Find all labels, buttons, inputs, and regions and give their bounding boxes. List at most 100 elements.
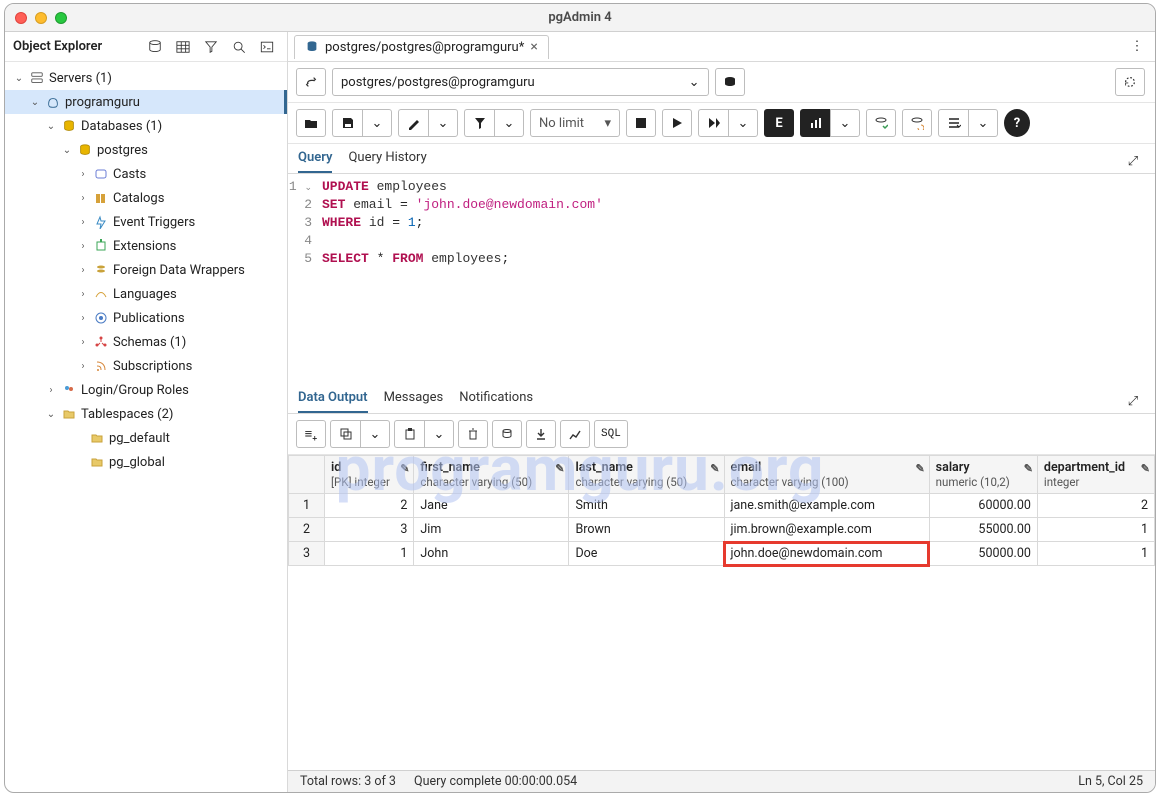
result-grid[interactable]: id[PK] integer✎ first_namecharacter vary… (288, 455, 1155, 566)
tree-ts-global[interactable]: pg_global (5, 450, 287, 474)
tree-event-triggers[interactable]: ›Event Triggers (5, 210, 287, 234)
highlighted-email-cell[interactable]: john.doe@newdomain.com (724, 542, 929, 566)
tree-schemas[interactable]: ›Schemas (1) (5, 330, 287, 354)
tree-tablespaces[interactable]: ⌄Tablespaces (2) (5, 402, 287, 426)
sql-view-button[interactable]: SQL (594, 420, 628, 448)
db-icon-button[interactable] (143, 36, 167, 58)
col-last-name[interactable]: last_namecharacter varying (50)✎ (569, 456, 724, 494)
roles-icon (61, 383, 77, 397)
reset-layout-button[interactable] (1115, 68, 1145, 96)
folder-icon (89, 455, 105, 469)
db-icon (305, 40, 319, 54)
folder-icon (89, 431, 105, 445)
paste-dropdown[interactable]: ⌄ (424, 420, 454, 448)
minimize-window-icon[interactable] (35, 12, 47, 24)
tree-subscriptions[interactable]: ›Subscriptions (5, 354, 287, 378)
close-tab-icon[interactable]: × (530, 40, 537, 54)
col-email[interactable]: emailcharacter varying (100)✎ (724, 456, 929, 494)
grid-icon-button[interactable] (171, 36, 195, 58)
tree-ts-default[interactable]: pg_default (5, 426, 287, 450)
macros-dropdown[interactable]: ⌄ (968, 109, 998, 137)
table-row[interactable]: 1 2 Jane Smith jane.smith@example.com 60… (289, 494, 1155, 518)
explain-dropdown[interactable]: ⌄ (728, 109, 758, 137)
edit-icon[interactable]: ✎ (1141, 462, 1150, 475)
open-file-button[interactable] (296, 109, 326, 137)
edit-icon[interactable]: ✎ (915, 462, 924, 475)
catalogs-icon (93, 191, 109, 205)
connection-value: postgres/postgres@programguru (341, 75, 535, 90)
tree-login-roles[interactable]: ›Login/Group Roles (5, 378, 287, 402)
delete-row-button[interactable] (458, 420, 488, 448)
analyze-button[interactable] (800, 109, 830, 137)
search-icon-button[interactable] (227, 36, 251, 58)
rollback-button[interactable] (902, 109, 932, 137)
extensions-icon (93, 239, 109, 253)
tree-extensions[interactable]: ›Extensions (5, 234, 287, 258)
help-button[interactable]: ? (1004, 109, 1030, 137)
editor-tab[interactable]: postgres/postgres@programguru* × (294, 35, 549, 59)
edit-icon[interactable]: ✎ (1024, 462, 1033, 475)
filter-icon-button[interactable] (199, 36, 223, 58)
save-dropdown[interactable]: ⌄ (362, 109, 392, 137)
col-salary[interactable]: salarynumeric (10,2)✎ (929, 456, 1037, 494)
col-id[interactable]: id[PK] integer✎ (325, 456, 414, 494)
tree-databases[interactable]: ⌄Databases (1) (5, 114, 287, 138)
expand-output-icon[interactable]: ⤢ (1121, 390, 1145, 412)
col-department-id[interactable]: department_idinteger✎ (1037, 456, 1154, 494)
kebab-menu-icon[interactable]: ⋮ (1125, 36, 1149, 58)
run-button[interactable] (662, 109, 692, 137)
tree-server-programguru[interactable]: ⌄programguru (5, 90, 287, 114)
save-data-button[interactable] (492, 420, 522, 448)
tree-db-postgres[interactable]: ⌄postgres (5, 138, 287, 162)
folder-icon (61, 407, 77, 421)
connection-toggle-button[interactable] (296, 68, 326, 96)
notifications-tab[interactable]: Notifications (459, 390, 533, 413)
close-window-icon[interactable] (15, 12, 27, 24)
connection-selector[interactable]: postgres/postgres@programguru ⌄ (332, 68, 709, 96)
sql-editor[interactable]: 1 ⌄2345 UPDATE employees SET email = 'jo… (288, 174, 1155, 384)
tree-publications[interactable]: ›Publications (5, 306, 287, 330)
chevron-down-icon: ▾ (604, 116, 611, 131)
elephant-icon (45, 95, 61, 109)
database-icon (61, 119, 77, 133)
object-tree[interactable]: ⌄Servers (1) ⌄programguru ⌄Databases (1)… (5, 62, 287, 792)
chart-button[interactable] (560, 420, 590, 448)
tree-catalogs[interactable]: ›Catalogs (5, 186, 287, 210)
macros-button[interactable] (938, 109, 968, 137)
query-tab[interactable]: Query (298, 150, 332, 173)
commit-button[interactable] (866, 109, 896, 137)
stop-button[interactable] (626, 109, 656, 137)
add-row-button[interactable]: ≡₊ (296, 420, 326, 448)
messages-tab[interactable]: Messages (384, 390, 444, 413)
terminal-icon-button[interactable] (255, 36, 279, 58)
tree-languages[interactable]: ›Languages (5, 282, 287, 306)
edit-icon[interactable]: ✎ (710, 462, 719, 475)
explain-button[interactable] (698, 109, 728, 137)
col-first-name[interactable]: first_namecharacter varying (50)✎ (414, 456, 569, 494)
edit-icon[interactable]: ✎ (555, 462, 564, 475)
copy-button[interactable] (330, 420, 360, 448)
edit-icon[interactable]: ✎ (400, 462, 409, 475)
query-history-tab[interactable]: Query History (348, 150, 426, 173)
download-button[interactable] (526, 420, 556, 448)
table-row[interactable]: 2 3 Jim Brown jim.brown@example.com 5500… (289, 518, 1155, 542)
tree-servers[interactable]: ⌄Servers (1) (5, 66, 287, 90)
maximize-window-icon[interactable] (55, 12, 67, 24)
filter-dropdown[interactable]: ⌄ (494, 109, 524, 137)
tree-fdw[interactable]: ›Foreign Data Wrappers (5, 258, 287, 282)
save-button[interactable] (332, 109, 362, 137)
new-connection-button[interactable] (715, 68, 745, 96)
filter-button[interactable] (464, 109, 494, 137)
paste-button[interactable] (394, 420, 424, 448)
edit-dropdown[interactable]: ⌄ (428, 109, 458, 137)
data-output-tab[interactable]: Data Output (298, 390, 368, 413)
copy-dropdown[interactable]: ⌄ (360, 420, 390, 448)
edit-button[interactable] (398, 109, 428, 137)
expand-editor-icon[interactable]: ⤢ (1121, 151, 1145, 173)
explain-analyze-button[interactable]: E (764, 109, 794, 137)
table-row[interactable]: 3 1 John Doe john.doe@newdomain.com 5000… (289, 542, 1155, 566)
limit-selector[interactable]: No limit▾ (530, 109, 620, 137)
analyze-dropdown[interactable]: ⌄ (830, 109, 860, 137)
tree-casts[interactable]: ›Casts (5, 162, 287, 186)
languages-icon (93, 287, 109, 301)
